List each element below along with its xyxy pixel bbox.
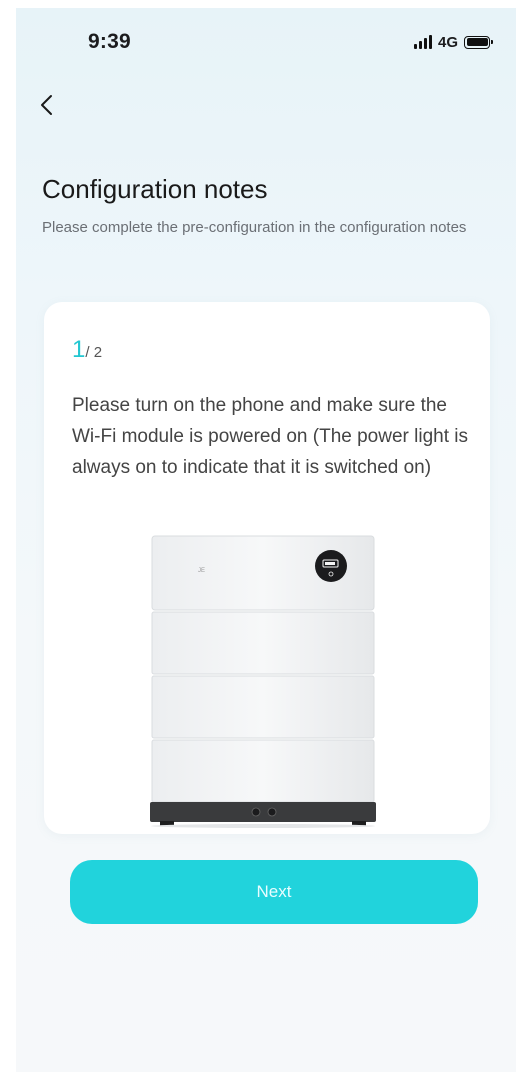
signal-icon: [413, 35, 432, 49]
app-screen: 9:39 4G Configuration notes Please compl…: [16, 8, 516, 1072]
step-current: 1: [72, 336, 86, 363]
page-title: Configuration notes: [42, 174, 268, 204]
status-bar: 9:39 4G: [16, 8, 516, 68]
network-type: 4G: [437, 33, 458, 51]
next-button[interactable]: Next: [70, 860, 478, 924]
step-total: / 2: [85, 344, 103, 361]
step-indicator: 1/ 2: [72, 336, 102, 364]
battery-icon: [464, 35, 493, 49]
battery-storage-device-image: JE: [150, 535, 376, 828]
back-button[interactable]: [32, 90, 62, 120]
instruction-card: 1/ 2 Please turn on the phone and make s…: [44, 302, 490, 834]
status-time: 9:39: [88, 30, 131, 53]
page-subtitle: Please complete the pre-configuration in…: [42, 219, 467, 236]
step-description: Please turn on the phone and make sure t…: [72, 395, 468, 478]
battery-level-fill: [466, 38, 488, 46]
chevron-left-icon: [41, 95, 52, 115]
status-indicators: 4G: [413, 32, 493, 52]
svg-text:JE: JE: [198, 568, 205, 574]
